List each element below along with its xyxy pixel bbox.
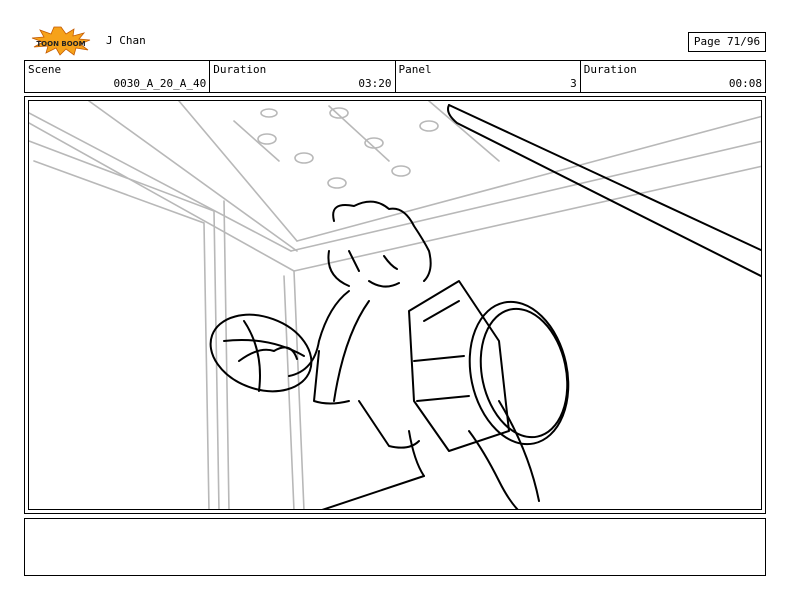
panel-artwork-frame: [28, 100, 762, 510]
scene-value: 0030_A_20_A_40: [113, 77, 207, 90]
panel-label: Panel: [398, 63, 432, 76]
scene-cell: Scene 0030_A_20_A_40: [25, 61, 211, 92]
storyboard-sketch: [29, 101, 761, 509]
scene-label: Scene: [28, 63, 62, 76]
panel-duration-cell: Duration 00:08: [581, 61, 765, 92]
scene-info-row: Scene 0030_A_20_A_40 Duration 03:20 Pane…: [24, 60, 766, 93]
scene-duration-cell: Duration 03:20: [210, 61, 396, 92]
project-title: J Chan: [106, 34, 146, 47]
toon-boom-logo: TOON BOOM: [26, 26, 96, 56]
page-indicator: Page 71/96: [688, 32, 766, 52]
panel-cell: Panel 3: [396, 61, 581, 92]
scene-duration-label: Duration: [213, 63, 267, 76]
panel-value: 3: [570, 77, 577, 90]
panel-notes-box: [24, 518, 766, 576]
storyboard-panel: [24, 96, 766, 514]
logo-text: TOON BOOM: [36, 40, 85, 48]
panel-duration-value: 00:08: [728, 77, 762, 90]
scene-duration-value: 03:20: [358, 77, 392, 90]
panel-duration-label: Duration: [583, 63, 637, 76]
